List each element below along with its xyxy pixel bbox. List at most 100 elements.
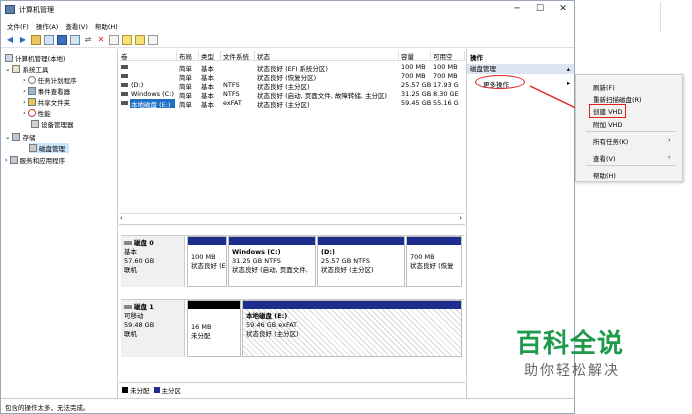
col-layout[interactable]: 布局 (177, 51, 199, 61)
menu-action[interactable]: 操作(A) (36, 21, 59, 31)
disk-icon (124, 241, 132, 245)
chevron-right-icon: › (23, 76, 26, 84)
partition-unallocated[interactable]: 16 MB 未分配 (187, 300, 241, 357)
partition-size: 16 MB (191, 323, 212, 331)
legend: 未分配 主分区 (119, 382, 465, 396)
close-button[interactable]: ✕ (552, 3, 574, 16)
app-icon (5, 5, 15, 14)
menu-help[interactable]: 帮助(H) (95, 21, 118, 31)
delete-icon[interactable]: ✕ (96, 35, 106, 45)
partition-title: (D:) (321, 248, 335, 256)
partition-c[interactable]: Windows (C:) 31.25 GB NTFS 状态良好 (启动, 页面文件, (228, 236, 316, 287)
volume-icon (121, 74, 128, 78)
disk-name: 磁盘 0 (134, 239, 154, 247)
volume-icon (121, 65, 128, 69)
cell-status: 状态良好 (启动, 页面文件, 故障转储, 主分区) (257, 92, 388, 99)
col-free[interactable]: 可用空 (431, 51, 465, 61)
watermark-subtitle: 助你轻松解决 (524, 363, 620, 379)
menu-view[interactable]: 查看(V) (65, 21, 88, 31)
menu-help[interactable]: 帮助(H) (593, 170, 616, 180)
disk-1-label[interactable]: 磁盘 1 可移动 59.48 GB 联机 (121, 300, 185, 357)
maximize-button[interactable]: ☐ (529, 3, 551, 16)
back-icon[interactable]: ◀ (5, 35, 15, 45)
tree-event-viewer[interactable]: › 事件查看器 (23, 86, 70, 96)
connect-icon[interactable]: ⇌ (83, 35, 93, 45)
tree-shared-folders[interactable]: › 共享文件夹 (23, 97, 70, 107)
center-pane: 卷 布局 类型 文件系统 状态 容量 可用空 简单 基本 状态良好 (EFI 系… (119, 49, 465, 398)
unallocated-swatch (122, 386, 128, 393)
help-icon[interactable] (57, 34, 67, 45)
partition-size: 59.46 GB exFAT (246, 321, 298, 329)
cell-type: 基本 (201, 65, 214, 72)
partition-status: 状态良好 (启动, 页面文件, (232, 266, 308, 274)
partition-d[interactable]: (D:) 25.57 GB NTFS 状态良好 (主分区) (317, 236, 405, 287)
partition-size: 31.25 GB NTFS (232, 257, 281, 265)
search-icon[interactable] (135, 34, 145, 45)
cell-status: 状态良好 (恢复分区) (257, 74, 317, 81)
actions-section[interactable]: 磁盘管理 ▴ (467, 64, 574, 74)
menu-rescan-disks[interactable]: 重新扫描磁盘(R) (593, 94, 642, 104)
services-icon (9, 156, 18, 164)
view-icon[interactable] (148, 34, 158, 45)
menu-attach-vhd[interactable]: 附加 VHD (593, 119, 622, 129)
col-type[interactable]: 类型 (199, 51, 221, 61)
cell-filesystem: NTFS (223, 81, 240, 89)
disk-icon (29, 144, 37, 152)
cell-capacity: 59.45 GB (401, 99, 432, 107)
folder-up-icon[interactable] (31, 34, 41, 45)
partition-size: 25.57 GB NTFS (321, 257, 370, 265)
tree-disk-management[interactable]: 磁盘管理 (29, 143, 69, 153)
disk-state: 联机 (124, 266, 137, 274)
col-status[interactable]: 状态 (255, 51, 399, 61)
properties-icon[interactable] (70, 34, 80, 45)
context-menu: 刷新(F) 重新扫描磁盘(R) 创建 VHD 附加 VHD 所有任务(K) › … (575, 74, 683, 182)
cell-type: 基本 (201, 83, 214, 90)
disk-size: 59.48 GB (124, 321, 155, 329)
col-capacity[interactable]: 容量 (399, 51, 431, 61)
chevron-down-icon: ⌄ (5, 65, 11, 73)
partition-title: Windows (C:) (232, 248, 281, 256)
console-tree: 计算机管理(本地) ⌄ 系统工具 › 任务计划程序 › 事件查看器 › 共享文件夹 › 性… (1, 49, 118, 398)
check-icon[interactable] (109, 34, 119, 45)
tree-device-manager[interactable]: 设备管理器 (31, 119, 74, 129)
disk-0-row: 磁盘 0 基本 57.60 GB 联机 100 MB 状态良好 (E Window… (121, 235, 464, 287)
toolbar: ◀ ▶ ⇌ ✕ (1, 32, 574, 48)
cell-status: 状态良好 (主分区) (257, 101, 310, 108)
scroll-right-icon[interactable]: › (459, 214, 462, 222)
cell-filesystem: exFAT (223, 99, 242, 107)
volume-list: 卷 布局 类型 文件系统 状态 容量 可用空 简单 基本 状态良好 (EFI 系… (119, 49, 465, 225)
tree-task-scheduler[interactable]: › 任务计划程序 (23, 75, 77, 85)
menu-file[interactable]: 文件(F) (7, 21, 29, 31)
partition-bar (188, 237, 226, 245)
tree-storage[interactable]: ⌄ 存储 (5, 132, 35, 142)
partition-bar (318, 237, 404, 245)
tree-performance[interactable]: › 性能 (23, 108, 51, 118)
open-icon[interactable] (122, 34, 132, 45)
cell-capacity: 700 MB (401, 72, 426, 80)
partition-efi[interactable]: 100 MB 状态良好 (E (187, 236, 227, 287)
cell-layout: 简单 (179, 74, 192, 81)
horizontal-scrollbar[interactable]: ‹ › (119, 213, 465, 222)
menu-refresh[interactable]: 刷新(F) (593, 82, 615, 92)
col-volume[interactable]: 卷 (119, 51, 177, 61)
disk-0-label[interactable]: 磁盘 0 基本 57.60 GB 联机 (121, 236, 185, 287)
menu-separator (586, 165, 676, 166)
col-filesystem[interactable]: 文件系统 (221, 51, 255, 61)
tree-system-tools[interactable]: ⌄ 系统工具 (5, 64, 48, 74)
tree-services-apps[interactable]: › 服务和应用程序 (5, 155, 65, 165)
partition-e[interactable]: 本地磁盘 (E:) 59.46 GB exFAT 状态良好 (主分区) (242, 300, 462, 357)
cell-filesystem: NTFS (223, 90, 240, 98)
minimize-button[interactable]: ─ (506, 3, 528, 16)
disk-type: 基本 (124, 248, 137, 256)
menu-view[interactable]: 查看(V) (593, 153, 616, 163)
menu-bar: 文件(F) 操作(A) 查看(V) 帮助(H) (1, 19, 574, 32)
console-tree-icon[interactable] (44, 34, 54, 45)
tree-computer-management[interactable]: 计算机管理(本地) (5, 53, 66, 63)
partition-recovery[interactable]: 700 MB 状态良好 (恢复 (406, 236, 462, 287)
menu-all-tasks[interactable]: 所有任务(K) (593, 136, 628, 146)
cell-free: 8.30 GE (433, 90, 459, 98)
forward-icon[interactable]: ▶ (18, 35, 28, 45)
disk-type: 可移动 (124, 312, 144, 320)
menu-create-vhd[interactable]: 创建 VHD (588, 104, 627, 118)
scroll-left-icon[interactable]: ‹ (120, 214, 123, 222)
